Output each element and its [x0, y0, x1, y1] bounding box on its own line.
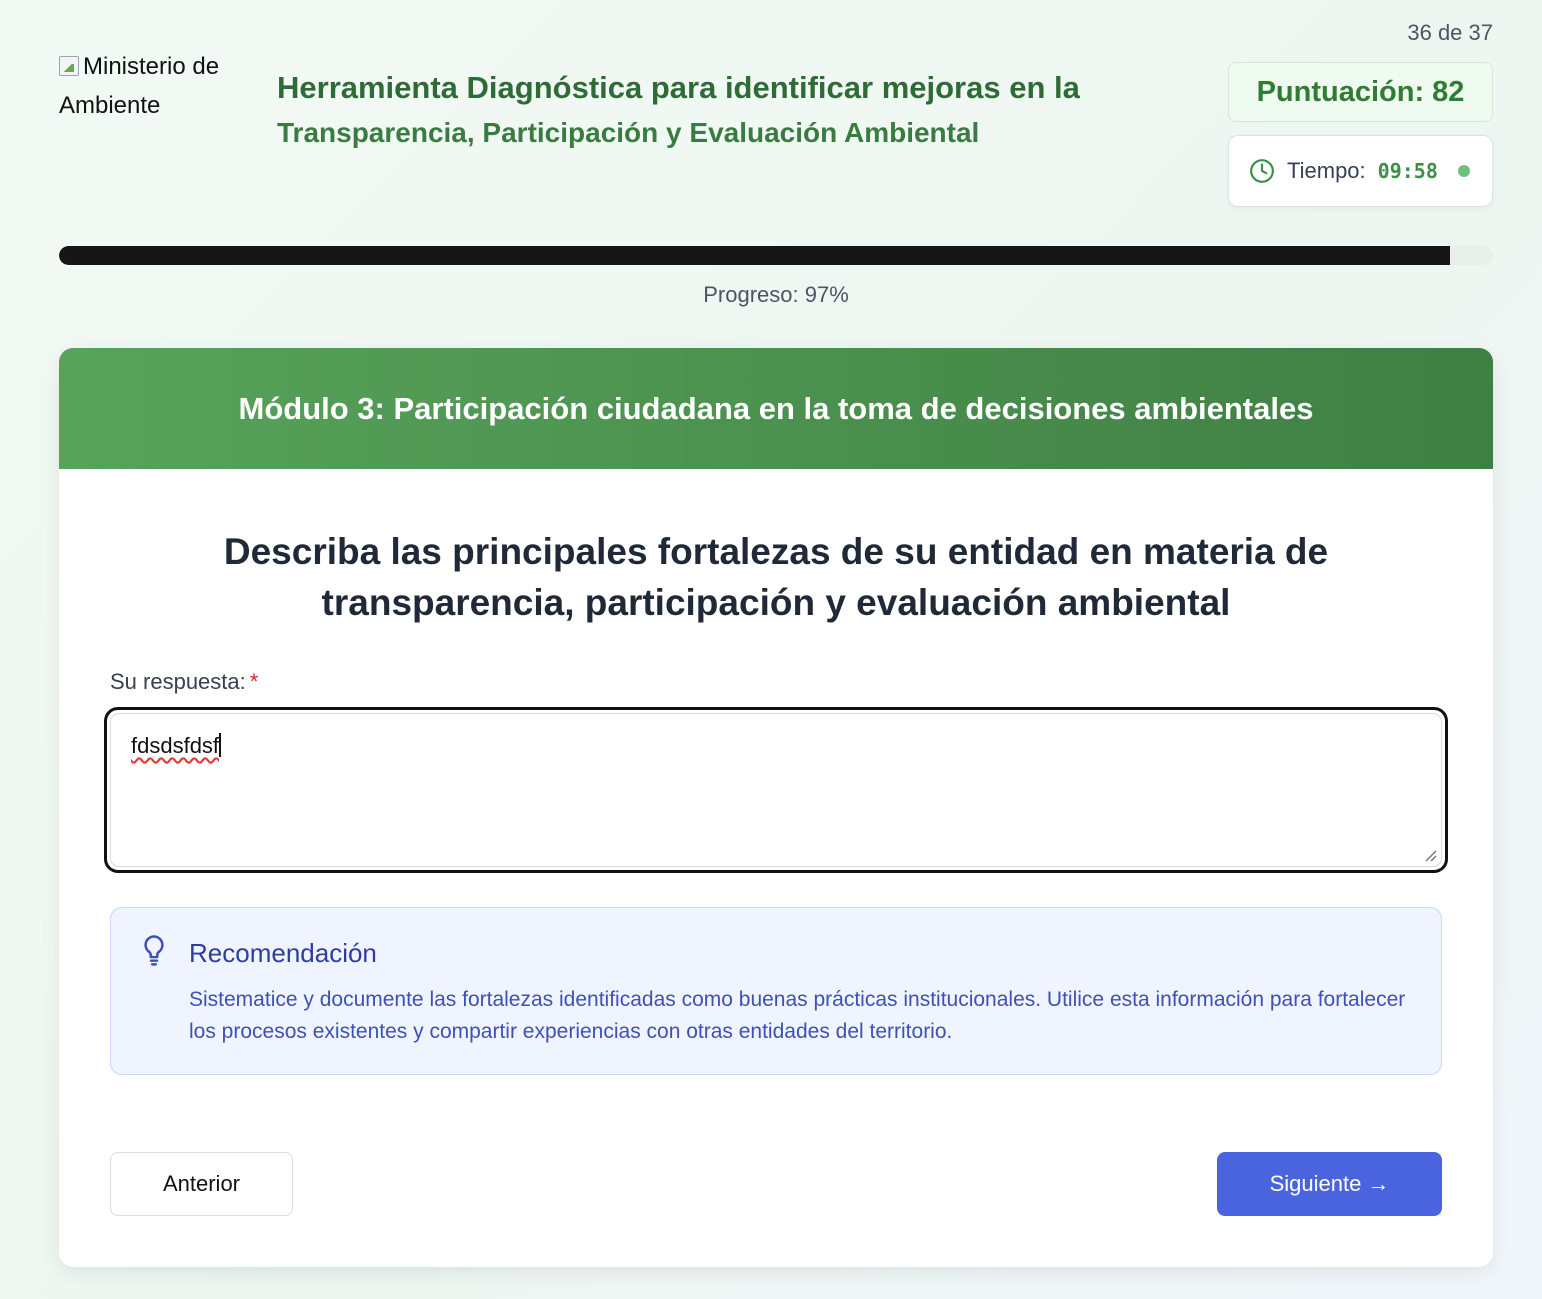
progress-bar: [59, 246, 1493, 265]
question-text: Describa las principales fortalezas de s…: [223, 531, 1329, 623]
answer-textarea[interactable]: fdsdsfdsf: [104, 707, 1448, 873]
module-header: Módulo 3: Participación ciudadana en la …: [59, 348, 1493, 469]
answer-label: Su respuesta: *: [110, 669, 258, 695]
resize-grip-icon[interactable]: [1423, 848, 1437, 862]
app-header: Ministerio de Ambiente Herramienta Diagn…: [59, 0, 1493, 230]
timer-value: 09:58: [1377, 159, 1438, 183]
question-card: Módulo 3: Participación ciudadana en la …: [59, 348, 1493, 1267]
required-mark: *: [249, 669, 259, 694]
recommendation-text: Sistematice y documente las fortalezas i…: [189, 988, 1406, 1043]
status-dot-icon: [1457, 165, 1470, 177]
app-subtitle: Transparencia, Participación y Evaluació…: [277, 117, 980, 148]
progress-bar-fill: [59, 246, 1450, 265]
answer-label-text: Su respuesta:: [110, 669, 246, 694]
timer-panel: Tiempo: 09:58: [1228, 135, 1493, 207]
next-button[interactable]: Siguiente →: [1217, 1152, 1442, 1216]
broken-image-icon: [59, 56, 79, 76]
app-title: Herramienta Diagnóstica para identificar…: [277, 70, 1080, 105]
logo-alt-text: Ministerio de Ambiente: [59, 53, 220, 119]
timer-label: Tiempo:: [1287, 158, 1366, 183]
clock-icon: [1250, 159, 1274, 183]
module-title: Módulo 3: Participación ciudadana en la …: [238, 390, 1314, 426]
score-badge: Puntuación: 82: [1228, 62, 1493, 122]
previous-button[interactable]: Anterior: [110, 1152, 293, 1216]
answer-value[interactable]: fdsdsfdsf: [131, 733, 219, 758]
question-counter: 36 de 37: [1407, 20, 1493, 45]
recommendation-title: Recomendación: [189, 938, 377, 968]
progress-label: Progreso: 97%: [703, 282, 849, 307]
text-caret: [219, 733, 222, 757]
recommendation-panel: Recomendación Sistematice y documente la…: [110, 907, 1442, 1075]
lightbulb-icon: [144, 935, 164, 966]
ministry-logo: Ministerio de Ambiente: [59, 47, 259, 125]
answer-textarea-inner[interactable]: fdsdsfdsf: [110, 713, 1442, 867]
